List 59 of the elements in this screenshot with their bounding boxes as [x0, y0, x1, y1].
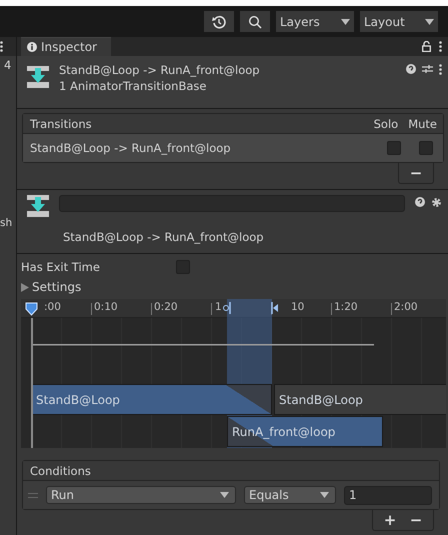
history-icon — [212, 14, 226, 28]
time-label: 1 — [215, 301, 222, 313]
playhead-marker[interactable] — [25, 302, 38, 316]
list-title: Conditions — [30, 464, 91, 478]
panel-text: 4 — [4, 58, 12, 72]
value-field[interactable]: 1 — [344, 486, 432, 504]
time-label: 1:20 — [334, 301, 358, 313]
transition-row[interactable]: StandB@Loop -> RunA_front@loop — [23, 134, 443, 162]
caret-icon — [425, 18, 434, 24]
caret-icon — [220, 492, 229, 498]
time-label: 10 — [291, 301, 304, 313]
settings-icon[interactable] — [431, 197, 442, 208]
time-label: 0:10 — [94, 301, 118, 313]
more-icon[interactable] — [0, 41, 3, 52]
property-label: Has Exit Time — [21, 260, 101, 274]
sliders-icon[interactable] — [422, 64, 433, 74]
dropdown[interactable]: Layout — [360, 11, 438, 32]
mode-dropdown[interactable]: Equals — [244, 486, 336, 504]
transition-icon — [27, 195, 49, 217]
clip-bar[interactable]: RunA_front@loop — [227, 416, 383, 447]
caret-icon — [320, 492, 329, 498]
time-label: 0:20 — [154, 301, 178, 313]
mute-checkbox[interactable] — [419, 141, 433, 155]
clip-bar[interactable]: StandB@Loop — [274, 384, 446, 415]
range-handle-icon[interactable] — [223, 302, 231, 314]
help-icon[interactable] — [406, 64, 416, 74]
inspector-subtitle: 1 AnimatorTransitionBase — [59, 79, 208, 93]
range-handle-icon[interactable] — [271, 302, 279, 314]
exit-time-checkbox[interactable] — [176, 260, 190, 274]
settings-foldout[interactable]: Settings — [21, 280, 82, 294]
inspector-title: StandB@Loop -> RunA_front@loop — [59, 63, 261, 77]
foldout-arrow-icon — [21, 282, 29, 292]
add-button[interactable]: + — [383, 511, 397, 529]
dropdown[interactable]: Layers — [276, 11, 354, 32]
drag-handle-icon[interactable] — [28, 492, 38, 498]
transition-timeline[interactable]: :00 0:10 0:20 1 10 1:20 2:00 StandB@Loop StandB@Loop RunA_front@loop — [21, 299, 446, 448]
list-title: Transitions — [30, 116, 92, 130]
solo-checkbox[interactable] — [387, 141, 401, 155]
time-label: :00 — [44, 301, 61, 313]
search-button[interactable] — [240, 11, 270, 32]
more-icon[interactable] — [439, 41, 442, 52]
panel-text: sh — [0, 217, 14, 229]
transition-label: StandB@Loop -> RunA_front@loop — [63, 230, 265, 244]
time-label: 2:00 — [394, 301, 418, 313]
transition-name: StandB@Loop -> RunA_front@loop — [30, 141, 231, 155]
more-icon[interactable] — [439, 64, 442, 75]
column-header: Solo — [374, 116, 398, 130]
parameter-dropdown[interactable]: Run — [46, 486, 236, 504]
help-icon[interactable] — [415, 197, 425, 207]
info-icon — [27, 42, 37, 52]
history-button[interactable] — [204, 11, 234, 32]
column-header: Mute — [408, 116, 437, 130]
remove-button[interactable]: − — [409, 511, 423, 529]
transition-icon — [27, 66, 49, 88]
caret-icon — [341, 18, 350, 24]
search-icon — [248, 14, 262, 28]
inspector-tab[interactable]: Inspector — [21, 37, 111, 56]
lock-icon[interactable] — [422, 41, 431, 52]
clip-bar[interactable]: StandB@Loop — [31, 384, 272, 415]
